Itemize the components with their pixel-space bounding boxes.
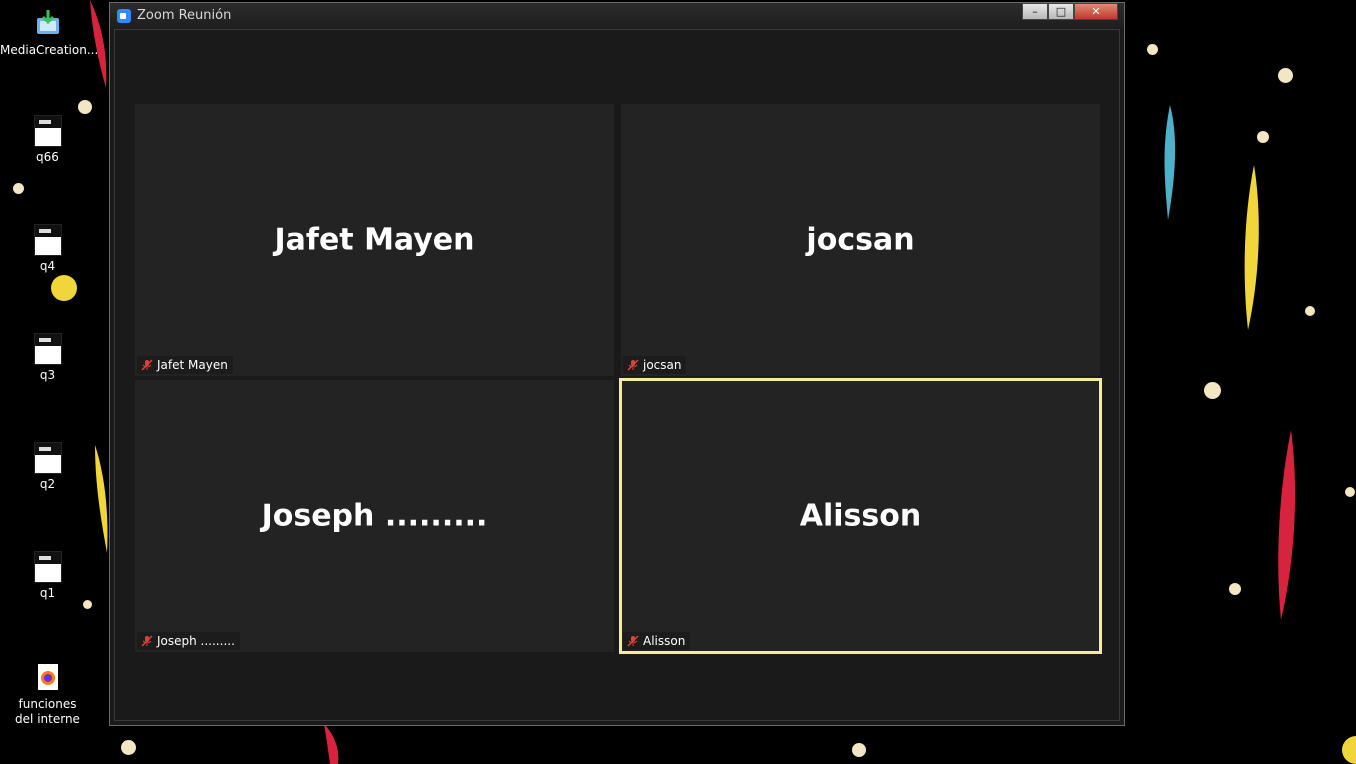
confetti-dot [83,600,92,609]
participant-label-text: Joseph ......... [157,634,235,648]
zoom-app-icon [117,9,131,23]
desktop-icon-label: q1 [39,586,56,600]
participant-name-label: Joseph ......... [137,632,240,650]
close-button[interactable]: ✕ [1074,3,1118,20]
desktop-icon-q3[interactable]: q3 [0,333,95,383]
window-controls: – □ ✕ [1022,3,1118,21]
confetti-dot [1257,131,1269,143]
confetti-dot [51,275,77,301]
participant-tile[interactable]: Joseph ......... Joseph ......... [135,380,614,652]
participant-tile[interactable]: Jafet Mayen Jafet Mayen [135,104,614,376]
minimize-button[interactable]: – [1022,3,1048,20]
confetti-dot [1229,583,1241,595]
participant-name-display: jocsan [806,222,915,258]
mic-muted-icon [627,359,639,371]
participant-tile[interactable]: jocsan jocsan [621,104,1100,376]
desktop-icon-mediacreation[interactable]: MediaCreation... [0,10,99,58]
confetti-dot [1147,44,1158,55]
zoom-meeting-window: Zoom Reunión – □ ✕ Jafet Mayen Jafet May… [109,2,1125,726]
screenshot-file-icon [33,224,62,256]
mic-muted-icon [141,359,153,371]
desktop-icon-label: funciones del interne [15,697,80,726]
confetti-dot [852,743,866,757]
confetti-dot [1204,382,1221,399]
participant-tile-active-speaker[interactable]: Alisson Alisson [619,378,1102,654]
confetti-dot [121,740,136,755]
maximize-button[interactable]: □ [1048,3,1074,20]
participant-name-label: Jafet Mayen [137,356,233,374]
desktop-icon-q4[interactable]: q4 [0,224,95,274]
participant-name-label: Alisson [623,632,691,650]
desktop-icon-label: q4 [39,259,56,273]
desktop-icon-funciones[interactable]: funciones del interne [0,664,95,727]
desktop-icon-label: q3 [39,368,56,382]
participant-label-text: jocsan [643,358,682,372]
participant-name-display: Alisson [799,498,922,534]
desktop-icon-label: q2 [39,477,56,491]
installer-icon [35,10,61,40]
desktop-icon-q2[interactable]: q2 [0,442,95,492]
window-titlebar[interactable]: Zoom Reunión – □ ✕ [110,3,1124,29]
desktop-icon-q1[interactable]: q1 [0,551,95,601]
desktop-icon-label: MediaCreation... [0,43,99,57]
desktop-icon-label: q66 [36,150,59,164]
window-title: Zoom Reunión [137,8,232,23]
screenshot-file-icon [33,115,62,147]
streamer-decoration [1278,430,1296,620]
firefox-html-file-icon [35,664,61,694]
confetti-dot [1342,736,1356,764]
streamer-decoration [324,724,339,764]
confetti-dot [78,100,92,114]
streamer-decoration [1244,165,1259,330]
participant-name-label: jocsan [623,356,687,374]
confetti-dot [13,183,24,194]
screenshot-file-icon [33,442,62,474]
confetti-dot [1278,68,1293,83]
participant-label-text: Jafet Mayen [157,358,228,372]
screenshot-file-icon [33,333,62,365]
participant-label-text: Alisson [643,634,686,648]
mic-muted-icon [627,635,639,647]
screenshot-file-icon [33,551,62,583]
confetti-dot [1305,306,1315,316]
gallery-view: Jafet Mayen Jafet Mayen jocsan jocsan Jo… [114,29,1120,721]
confetti-dot [1345,487,1355,497]
desktop-icon-q66[interactable]: q66 [0,115,95,165]
streamer-decoration [1164,105,1176,220]
participant-name-display: Joseph ......... [261,498,488,534]
participant-name-display: Jafet Mayen [274,222,475,258]
mic-muted-icon [141,635,153,647]
